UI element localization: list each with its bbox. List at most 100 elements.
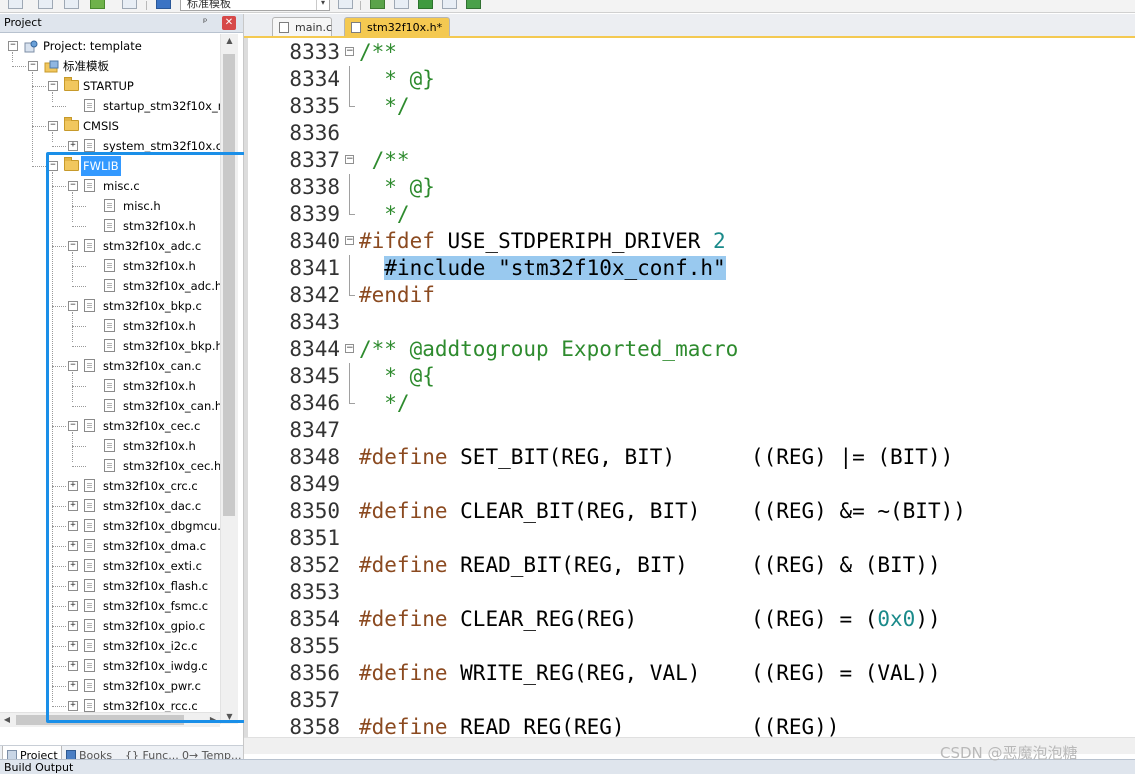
scroll-left-icon[interactable]: ◀	[0, 713, 14, 727]
expand-icon[interactable]: +	[68, 141, 78, 151]
code-line[interactable]: 8343	[244, 309, 1135, 336]
tree-file[interactable]: − stm32f10x_bkp.c	[0, 296, 220, 316]
code-line[interactable]: 8344−/** @addtogroup Exported_macro	[244, 336, 1135, 363]
scroll-up-icon[interactable]: ▲	[221, 34, 238, 48]
expand-icon[interactable]: +	[68, 681, 78, 691]
toolbar-icon[interactable]	[122, 0, 137, 9]
tree-file[interactable]: stm32f10x.h	[0, 436, 220, 456]
toolbar-icon[interactable]	[394, 0, 409, 9]
tab-main-c[interactable]: main.c	[272, 17, 332, 36]
toolbar-icon[interactable]	[8, 0, 23, 9]
code-line[interactable]: 8354 #define CLEAR_REG(REG) ((REG) = (0x0…	[244, 606, 1135, 633]
pin-icon[interactable]: ᵖ	[203, 14, 207, 32]
code-line[interactable]: 8350 #define CLEAR_BIT(REG, BIT) ((REG) &…	[244, 498, 1135, 525]
expand-icon[interactable]: +	[68, 641, 78, 651]
code-line[interactable]: 8358 #define READ_REG(REG) ((REG))	[244, 714, 1135, 737]
tree-file[interactable]: stm32f10x_adc.h	[0, 276, 220, 296]
tree-file[interactable]: + stm32f10x_flash.c	[0, 576, 220, 596]
code-line[interactable]: 8337− /**	[244, 147, 1135, 174]
code-line[interactable]: 8352 #define READ_BIT(REG, BIT) ((REG) & …	[244, 552, 1135, 579]
collapse-icon[interactable]: −	[48, 81, 58, 91]
tree-file[interactable]: stm32f10x_cec.h	[0, 456, 220, 476]
expand-icon[interactable]: +	[68, 581, 78, 591]
tree-file[interactable]: stm32f10x.h	[0, 216, 220, 236]
tree-file[interactable]: stm32f10x_bkp.h	[0, 336, 220, 356]
tree-folder[interactable]: − STARTUP	[0, 76, 220, 96]
fold-collapse-icon[interactable]: −	[345, 47, 354, 56]
collapse-icon[interactable]: −	[48, 161, 58, 171]
tree-file[interactable]: + stm32f10x_dac.c	[0, 496, 220, 516]
toolbar-icon[interactable]	[370, 0, 385, 9]
code-line[interactable]: 8355	[244, 633, 1135, 660]
tree-file[interactable]: stm32f10x.h	[0, 256, 220, 276]
chevron-down-icon[interactable]: ▾	[316, 0, 329, 10]
toolbar-icon[interactable]	[64, 0, 79, 9]
tree-file[interactable]: + stm32f10x_dbgmcu.c	[0, 516, 220, 536]
code-line[interactable]: 8356 #define WRITE_REG(REG, VAL) ((REG) =…	[244, 660, 1135, 687]
tree-file[interactable]: + stm32f10x_pwr.c	[0, 676, 220, 696]
tree-file[interactable]: stm32f10x_can.h	[0, 396, 220, 416]
code-line[interactable]: 8351	[244, 525, 1135, 552]
tree-file[interactable]: − misc.c	[0, 176, 220, 196]
code-editor[interactable]: 8333−/** 8334 * @} 8335 */8336 8337− /** 833…	[244, 38, 1135, 737]
fold-collapse-icon[interactable]: −	[345, 344, 354, 353]
close-icon[interactable]: ✕	[222, 16, 236, 30]
code-line[interactable]: 8339 */	[244, 201, 1135, 228]
code-line[interactable]: 8341 #include "stm32f10x_conf.h"	[244, 255, 1135, 282]
code-line[interactable]: 8333−/**	[244, 39, 1135, 66]
expand-icon[interactable]: +	[68, 701, 78, 711]
collapse-icon[interactable]: −	[68, 301, 78, 311]
tree-file[interactable]: + stm32f10x_fsmc.c	[0, 596, 220, 616]
tree-file[interactable]: − stm32f10x_adc.c	[0, 236, 220, 256]
scroll-right-icon[interactable]: ▶	[206, 713, 220, 727]
expand-icon[interactable]: +	[68, 481, 78, 491]
code-line[interactable]: 8349	[244, 471, 1135, 498]
toolbar-icon[interactable]	[38, 0, 53, 9]
expand-icon[interactable]: +	[68, 541, 78, 551]
tree-file[interactable]: + stm32f10x_exti.c	[0, 556, 220, 576]
tree-node[interactable]: − Project: template	[0, 36, 220, 56]
tree-file[interactable]: + stm32f10x_crc.c	[0, 476, 220, 496]
fold-collapse-icon[interactable]: −	[345, 155, 354, 164]
fold-collapse-icon[interactable]: −	[345, 236, 354, 245]
scroll-thumb[interactable]	[223, 54, 235, 516]
tree-folder[interactable]: − CMSIS	[0, 116, 220, 136]
tree-file[interactable]: + system_stm32f10x.c	[0, 136, 220, 156]
collapse-icon[interactable]: −	[28, 61, 38, 71]
tree-node[interactable]: − 标准模板	[0, 56, 220, 76]
code-line[interactable]: 8353	[244, 579, 1135, 606]
toolbar-icon[interactable]	[442, 0, 457, 9]
expand-icon[interactable]: +	[68, 661, 78, 671]
code-line[interactable]: 8357	[244, 687, 1135, 714]
tab-stm32f10x-h[interactable]: stm32f10x.h*	[344, 17, 450, 36]
expand-icon[interactable]: +	[68, 601, 78, 611]
target-options-icon[interactable]	[338, 0, 353, 9]
code-line[interactable]: 8340− #ifdef USE_STDPERIPH_DRIVER 2	[244, 228, 1135, 255]
expand-icon[interactable]: +	[68, 521, 78, 531]
build-icon[interactable]	[90, 0, 105, 9]
code-line[interactable]: 8342 #endif	[244, 282, 1135, 309]
collapse-icon[interactable]: −	[48, 121, 58, 131]
tree-file[interactable]: − stm32f10x_can.c	[0, 356, 220, 376]
collapse-icon[interactable]: −	[8, 41, 18, 51]
toolbar-icon[interactable]	[418, 0, 433, 9]
collapse-icon[interactable]: −	[68, 421, 78, 431]
tree-file[interactable]: + stm32f10x_gpio.c	[0, 616, 220, 636]
tree-file[interactable]: stm32f10x.h	[0, 376, 220, 396]
scroll-down-icon[interactable]: ▼	[221, 710, 238, 724]
collapse-icon[interactable]: −	[68, 241, 78, 251]
tree-file[interactable]: misc.h	[0, 196, 220, 216]
tree-file[interactable]: startup_stm32f10x_md.s	[0, 96, 220, 116]
expand-icon[interactable]: +	[68, 501, 78, 511]
collapse-icon[interactable]: −	[68, 181, 78, 191]
code-line[interactable]: 8346 */	[244, 390, 1135, 417]
scroll-thumb[interactable]	[16, 715, 184, 725]
tree-file[interactable]: stm32f10x.h	[0, 316, 220, 336]
tree-horizontal-scrollbar[interactable]: ◀ ▶	[0, 712, 220, 727]
code-line[interactable]: 8347	[244, 417, 1135, 444]
code-line[interactable]: 8345 * @{	[244, 363, 1135, 390]
target-select[interactable]: 标准模板 ▾	[180, 0, 330, 11]
code-area[interactable]: 8333−/** 8334 * @} 8335 */8336 8337− /** 833…	[244, 38, 1135, 737]
code-line[interactable]: 8335 */	[244, 93, 1135, 120]
tree-file[interactable]: + stm32f10x_iwdg.c	[0, 656, 220, 676]
